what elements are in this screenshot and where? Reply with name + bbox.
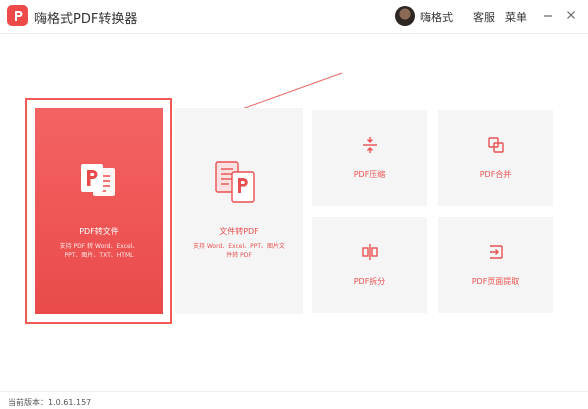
pdf-page-extract-tile[interactable]: PDF页面提取 [438,217,553,313]
title-bar: 嗨格式PDF转换器 嗨格式 客服 菜单 [0,0,588,33]
pdf-to-file-desc-2: PPT、图片、TXT、HTML [64,252,134,259]
avatar[interactable] [395,6,415,26]
pdf-split-tile[interactable]: PDF拆分 [312,217,427,313]
file-to-pdf-desc-2: 件转 PDF [226,252,252,259]
pdf-to-file-title: PDF转文件 [79,227,119,236]
close-icon [567,11,575,19]
pdf-to-file-card[interactable]: PDF转文件 支持 PDF 转 Word、Excel、 PPT、图片、TXT、H… [35,108,163,314]
pdf-to-file-desc-1: 支持 PDF 转 Word、Excel、 [59,243,139,250]
file-to-pdf-desc-1: 支持 Word、Excel、PPT、图片文 [192,243,286,250]
pdf-split-label: PDF拆分 [353,277,386,286]
pdf-page-extract-label: PDF页面提取 [471,277,520,286]
username[interactable]: 嗨格式 [420,9,453,25]
file-to-pdf-icon [215,161,255,203]
file-to-pdf-card[interactable]: 文件转PDF 支持 Word、Excel、PPT、图片文 件转 PDF [175,108,303,314]
extract-icon [489,245,503,259]
menu-link[interactable]: 菜单 [505,9,527,25]
app-title: 嗨格式PDF转换器 [34,12,138,27]
pdf-compress-tile[interactable]: PDF压缩 [312,110,427,206]
minimize-icon [544,15,552,17]
close-button[interactable] [562,6,580,24]
version-text: 当前版本：1.0.61.157 [8,398,92,407]
compress-icon [362,137,377,153]
file-to-pdf-title: 文件转PDF [219,227,259,236]
app-logo-icon [7,5,28,26]
customer-service-link[interactable]: 客服 [473,9,495,25]
split-icon [361,244,378,260]
minimize-button[interactable] [539,6,557,24]
header-divider [0,33,588,34]
pdf-merge-label: PDF合并 [479,170,512,179]
merge-icon [487,137,504,153]
pdf-to-file-icon [81,164,115,196]
footer-divider [0,391,588,392]
pdf-merge-tile[interactable]: PDF合并 [438,110,553,206]
pdf-compress-label: PDF压缩 [353,170,386,179]
